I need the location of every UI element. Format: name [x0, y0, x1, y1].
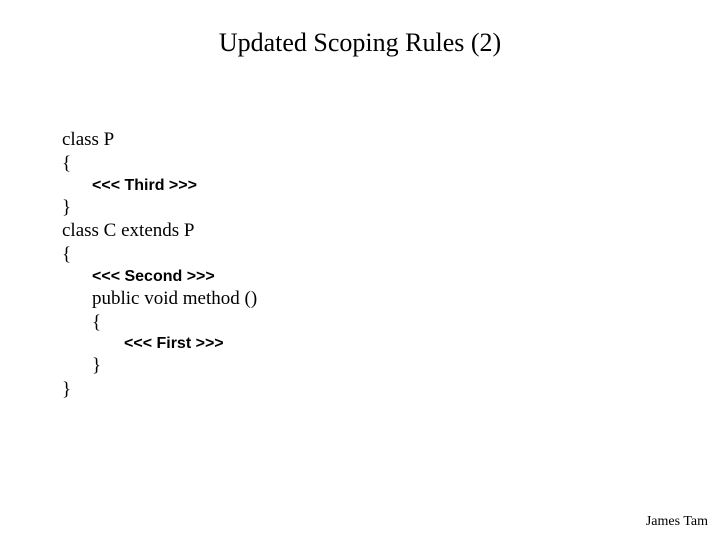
code-line: { [62, 311, 257, 335]
scope-marker-second: <<< Second >>> [62, 267, 257, 287]
code-line: } [62, 378, 257, 402]
code-line: class P [62, 128, 257, 152]
code-line: { [62, 243, 257, 267]
scope-marker-third: <<< Third >>> [62, 176, 257, 196]
code-line: public void method () [62, 287, 257, 311]
code-line: } [62, 196, 257, 220]
code-block: class P { <<< Third >>> } class C extend… [62, 128, 257, 402]
code-line: class C extends P [62, 219, 257, 243]
footer-author: James Tam [646, 514, 708, 530]
scope-marker-first: <<< First >>> [62, 334, 257, 354]
slide-title: Updated Scoping Rules (2) [0, 0, 720, 58]
code-line: { [62, 152, 257, 176]
code-line: } [62, 354, 257, 378]
